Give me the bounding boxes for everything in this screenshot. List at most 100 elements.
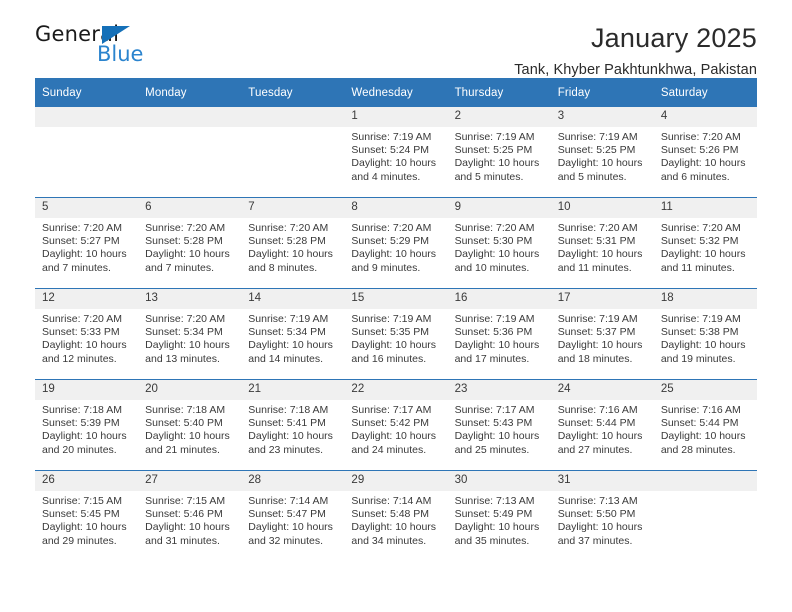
day-details: Sunrise: 7:20 AM Sunset: 5:29 PM Daylight:… bbox=[344, 218, 447, 275]
calendar-day-cell[interactable]: 23 Sunrise: 7:17 AM Sunset: 5:43 PM Dayligh… bbox=[447, 379, 551, 471]
calendar-day-cell[interactable]: 7 Sunrise: 7:20 AM Sunset: 5:28 PM Daylight… bbox=[241, 197, 345, 289]
title-block: January 2025 Tank, Khyber Pakhtunkhwa, P… bbox=[514, 22, 757, 80]
daylight-text: Daylight: 10 hours and 7 minutes. bbox=[42, 248, 127, 274]
sunset-text: Sunset: 5:48 PM bbox=[351, 508, 430, 521]
calendar-day-cell[interactable]: 4 Sunrise: 7:20 AM Sunset: 5:26 PM Daylight… bbox=[653, 107, 757, 198]
daylight-text: Daylight: 10 hours and 9 minutes. bbox=[351, 248, 437, 274]
sunrise-text: Sunrise: 7:20 AM bbox=[351, 222, 432, 234]
calendar-week-row: 19 Sunrise: 7:18 AM Sunset: 5:39 PM Dayligh… bbox=[35, 379, 757, 471]
day-cell-inner: 24 Sunrise: 7:16 AM Sunset: 5:44 PM Dayligh… bbox=[550, 380, 654, 470]
calendar-day-cell[interactable]: 9 Sunrise: 7:20 AM Sunset: 5:30 PM Daylight… bbox=[447, 197, 551, 289]
calendar-day-cell[interactable]: 5 Sunrise: 7:20 AM Sunset: 5:27 PM Daylight… bbox=[35, 197, 139, 289]
calendar-day-cell[interactable]: 20 Sunrise: 7:18 AM Sunset: 5:40 PM Dayligh… bbox=[138, 379, 242, 471]
day-cell-inner: 2 Sunrise: 7:19 AM Sunset: 5:25 PM Daylight… bbox=[447, 107, 551, 197]
sunset-text: Sunset: 5:34 PM bbox=[248, 326, 326, 339]
day-number bbox=[138, 107, 242, 127]
calendar-day-cell[interactable]: 29 Sunrise: 7:14 AM Sunset: 5:48 PM Dayligh… bbox=[344, 470, 448, 561]
calendar-day-cell[interactable]: 25 Sunrise: 7:16 AM Sunset: 5:44 PM Dayligh… bbox=[653, 379, 757, 471]
day-number: 21 bbox=[241, 380, 345, 400]
day-cell-inner: 1 Sunrise: 7:19 AM Sunset: 5:24 PM Daylight… bbox=[344, 107, 448, 197]
daylight-text: Daylight: 10 hours and 5 minutes. bbox=[454, 157, 540, 183]
calendar-day-cell[interactable]: 21 Sunrise: 7:18 AM Sunset: 5:41 PM Dayligh… bbox=[241, 379, 345, 471]
day-cell-inner: 28 Sunrise: 7:14 AM Sunset: 5:47 PM Dayligh… bbox=[241, 471, 345, 561]
calendar-day-cell[interactable]: 16 Sunrise: 7:19 AM Sunset: 5:36 PM Dayligh… bbox=[447, 288, 551, 380]
day-details: Sunrise: 7:19 AM Sunset: 5:25 PM Daylight:… bbox=[448, 127, 551, 184]
day-details: Sunrise: 7:19 AM Sunset: 5:24 PM Daylight:… bbox=[344, 127, 447, 184]
daylight-text: Daylight: 10 hours and 5 minutes. bbox=[557, 157, 643, 183]
sunset-text: Sunset: 5:28 PM bbox=[248, 235, 326, 248]
day-number: 28 bbox=[241, 471, 345, 491]
calendar-day-cell[interactable]: 12 Sunrise: 7:20 AM Sunset: 5:33 PM Dayligh… bbox=[35, 288, 139, 380]
day-number: 30 bbox=[447, 471, 551, 491]
sunrise-text: Sunrise: 7:19 AM bbox=[660, 313, 741, 325]
calendar-day-cell[interactable]: 28 Sunrise: 7:14 AM Sunset: 5:47 PM Dayligh… bbox=[241, 470, 345, 561]
daylight-text: Daylight: 10 hours and 35 minutes. bbox=[454, 521, 540, 547]
day-number: 24 bbox=[550, 380, 654, 400]
calendar-day-cell[interactable]: 2 Sunrise: 7:19 AM Sunset: 5:25 PM Daylight… bbox=[447, 107, 551, 198]
sunrise-text: Sunrise: 7:17 AM bbox=[351, 404, 432, 416]
day-number: 5 bbox=[35, 198, 139, 218]
sunrise-text: Sunrise: 7:19 AM bbox=[454, 131, 535, 143]
calendar-day-cell[interactable]: 17 Sunrise: 7:19 AM Sunset: 5:37 PM Dayligh… bbox=[550, 288, 654, 380]
sunrise-text: Sunrise: 7:15 AM bbox=[145, 495, 226, 507]
calendar-day-cell[interactable]: 31 Sunrise: 7:13 AM Sunset: 5:50 PM Dayligh… bbox=[550, 470, 654, 561]
calendar-body: 1 Sunrise: 7:19 AM Sunset: 5:24 PM Daylight… bbox=[35, 107, 757, 561]
brand-logo[interactable]: General Blue bbox=[35, 22, 275, 74]
day-number: 22 bbox=[344, 380, 448, 400]
sunset-text: Sunset: 5:47 PM bbox=[248, 508, 326, 521]
calendar-day-cell[interactable]: 27 Sunrise: 7:15 AM Sunset: 5:46 PM Dayligh… bbox=[138, 470, 242, 561]
day-number: 10 bbox=[550, 198, 654, 218]
day-number: 25 bbox=[653, 380, 757, 400]
calendar-day-cell[interactable]: 13 Sunrise: 7:20 AM Sunset: 5:34 PM Dayligh… bbox=[138, 288, 242, 380]
sunset-text: Sunset: 5:28 PM bbox=[145, 235, 223, 248]
day-details: Sunrise: 7:17 AM Sunset: 5:43 PM Daylight:… bbox=[448, 400, 551, 457]
day-cell-inner: 18 Sunrise: 7:19 AM Sunset: 5:38 PM Dayligh… bbox=[653, 289, 757, 379]
day-cell-inner: 7 Sunrise: 7:20 AM Sunset: 5:28 PM Daylight… bbox=[241, 198, 345, 288]
day-cell-inner: 20 Sunrise: 7:18 AM Sunset: 5:40 PM Dayligh… bbox=[138, 380, 242, 470]
day-number: 20 bbox=[138, 380, 242, 400]
daylight-text: Daylight: 10 hours and 11 minutes. bbox=[557, 248, 643, 274]
day-number: 6 bbox=[138, 198, 242, 218]
day-number: 31 bbox=[550, 471, 654, 491]
sunset-text: Sunset: 5:36 PM bbox=[454, 326, 533, 339]
day-cell-inner: 19 Sunrise: 7:18 AM Sunset: 5:39 PM Dayligh… bbox=[35, 380, 139, 470]
day-cell-inner: 4 Sunrise: 7:20 AM Sunset: 5:26 PM Daylight… bbox=[653, 107, 757, 197]
calendar-day-cell[interactable]: 3 Sunrise: 7:19 AM Sunset: 5:25 PM Daylight… bbox=[550, 107, 654, 198]
calendar-week-row: 12 Sunrise: 7:20 AM Sunset: 5:33 PM Dayligh… bbox=[35, 288, 757, 380]
calendar-day-cell[interactable]: 6 Sunrise: 7:20 AM Sunset: 5:28 PM Daylight… bbox=[138, 197, 242, 289]
day-number: 29 bbox=[344, 471, 448, 491]
sunset-text: Sunset: 5:24 PM bbox=[351, 144, 430, 157]
calendar-day-cell[interactable]: 22 Sunrise: 7:17 AM Sunset: 5:42 PM Dayligh… bbox=[344, 379, 448, 471]
sunset-text: Sunset: 5:38 PM bbox=[660, 326, 739, 339]
sunrise-text: Sunrise: 7:19 AM bbox=[454, 313, 535, 325]
daylight-text: Daylight: 10 hours and 14 minutes. bbox=[248, 339, 333, 365]
day-details: Sunrise: 7:17 AM Sunset: 5:42 PM Daylight:… bbox=[344, 400, 447, 457]
calendar-day-cell[interactable]: 1 Sunrise: 7:19 AM Sunset: 5:24 PM Daylight… bbox=[344, 107, 448, 198]
calendar-day-cell-empty bbox=[138, 107, 242, 198]
calendar-day-cell-empty bbox=[241, 107, 345, 198]
sunset-text: Sunset: 5:43 PM bbox=[454, 417, 533, 430]
daylight-text: Daylight: 10 hours and 6 minutes. bbox=[660, 157, 746, 183]
day-details: Sunrise: 7:16 AM Sunset: 5:44 PM Daylight:… bbox=[551, 400, 654, 457]
calendar-day-cell[interactable]: 10 Sunrise: 7:20 AM Sunset: 5:31 PM Dayligh… bbox=[550, 197, 654, 289]
calendar-day-cell[interactable]: 11 Sunrise: 7:20 AM Sunset: 5:32 PM Dayligh… bbox=[653, 197, 757, 289]
sunset-text: Sunset: 5:25 PM bbox=[557, 144, 636, 157]
weekday-header-thursday: Thursday bbox=[447, 78, 551, 107]
sunrise-text: Sunrise: 7:20 AM bbox=[42, 313, 122, 325]
sunrise-text: Sunrise: 7:18 AM bbox=[42, 404, 122, 416]
sunrise-text: Sunrise: 7:19 AM bbox=[351, 313, 432, 325]
sunrise-text: Sunrise: 7:20 AM bbox=[145, 222, 226, 234]
calendar-day-cell[interactable]: 19 Sunrise: 7:18 AM Sunset: 5:39 PM Dayligh… bbox=[35, 379, 139, 471]
sunset-text: Sunset: 5:50 PM bbox=[557, 508, 636, 521]
calendar-day-cell[interactable]: 18 Sunrise: 7:19 AM Sunset: 5:38 PM Dayligh… bbox=[653, 288, 757, 380]
calendar-day-cell[interactable]: 26 Sunrise: 7:15 AM Sunset: 5:45 PM Dayligh… bbox=[35, 470, 139, 561]
calendar-day-cell[interactable]: 8 Sunrise: 7:20 AM Sunset: 5:29 PM Daylight… bbox=[344, 197, 448, 289]
calendar-table: Sunday Monday Tuesday Wednesday Thursday… bbox=[35, 78, 757, 561]
calendar-day-cell[interactable]: 24 Sunrise: 7:16 AM Sunset: 5:44 PM Dayligh… bbox=[550, 379, 654, 471]
day-details: Sunrise: 7:19 AM Sunset: 5:38 PM Daylight:… bbox=[654, 309, 757, 366]
sunset-text: Sunset: 5:30 PM bbox=[454, 235, 533, 248]
calendar-day-cell[interactable]: 15 Sunrise: 7:19 AM Sunset: 5:35 PM Dayligh… bbox=[344, 288, 448, 380]
day-details: Sunrise: 7:20 AM Sunset: 5:33 PM Daylight:… bbox=[35, 309, 138, 366]
calendar-day-cell[interactable]: 30 Sunrise: 7:13 AM Sunset: 5:49 PM Dayligh… bbox=[447, 470, 551, 561]
calendar-day-cell[interactable]: 14 Sunrise: 7:19 AM Sunset: 5:34 PM Dayligh… bbox=[241, 288, 345, 380]
